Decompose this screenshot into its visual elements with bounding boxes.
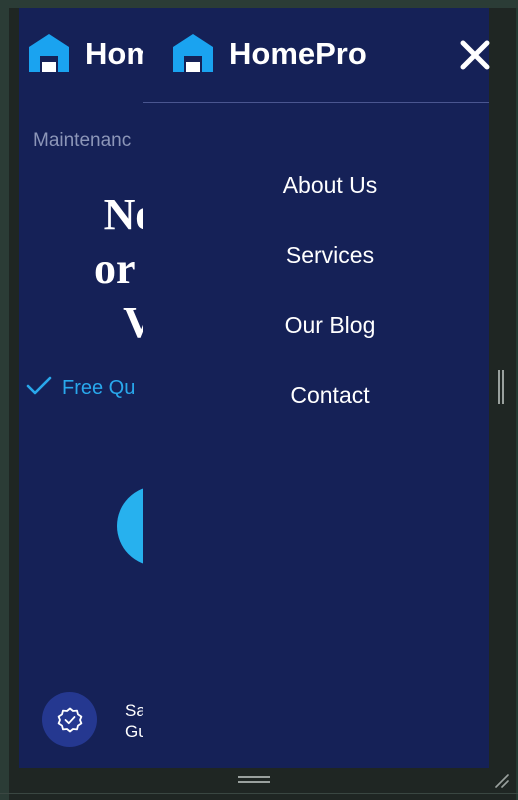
window-bottom-edge (0, 793, 518, 794)
window-top-edge (0, 0, 518, 8)
overlay-logo[interactable]: HomePro (171, 32, 367, 76)
mobile-nav-overlay: HomePro About Us Services Our Blog Conta… (143, 8, 489, 768)
house-logo-icon (27, 32, 71, 76)
close-menu-button[interactable] (455, 37, 495, 77)
house-logo-icon (171, 32, 215, 76)
verified-badge-icon (42, 692, 97, 747)
nav-item-contact[interactable]: Contact (143, 360, 517, 430)
overlay-logo-text: HomePro (229, 36, 367, 71)
horizontal-grip-icon[interactable] (238, 776, 270, 784)
mobile-nav-menu: About Us Services Our Blog Contact (143, 150, 517, 430)
page-eyebrow: Maintenanc (33, 130, 132, 151)
overlay-header: HomePro (143, 8, 489, 103)
checklist-label: Free Qu (62, 377, 136, 399)
nav-item-services[interactable]: Services (143, 220, 517, 290)
vertical-grip-icon[interactable] (498, 370, 504, 404)
nav-item-about-us[interactable]: About Us (143, 150, 517, 220)
nav-item-our-blog[interactable]: Our Blog (143, 290, 517, 360)
close-icon (458, 38, 492, 77)
window-left-edge (0, 0, 9, 800)
checklist-item: Free Qu (26, 376, 135, 401)
resize-corner-icon[interactable] (494, 773, 510, 789)
checkmark-icon (26, 376, 52, 401)
